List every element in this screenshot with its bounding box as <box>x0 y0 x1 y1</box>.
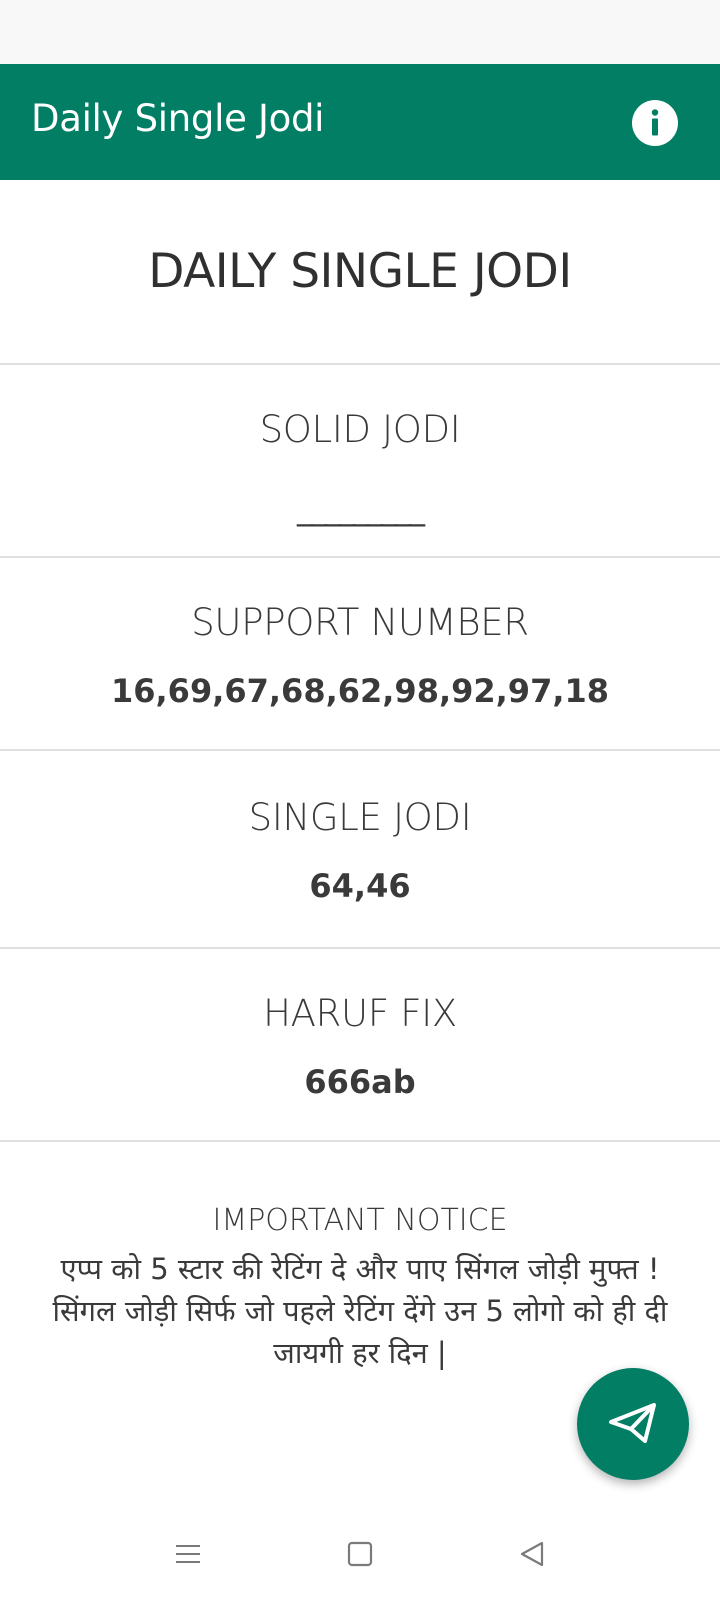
divider <box>0 556 720 558</box>
app-bar: Daily Single Jodi <box>0 64 720 180</box>
single-jodi-value: 64,46 <box>309 867 411 905</box>
divider <box>0 363 720 365</box>
send-icon <box>609 1403 656 1443</box>
main-heading: DAILY SINGLE JODI <box>148 244 572 299</box>
divider <box>0 1140 720 1142</box>
solid-jodi-value: _________ <box>297 489 425 527</box>
support-number-title: SUPPORT NUMBER <box>191 601 529 644</box>
status-bar <box>0 0 720 64</box>
home-square-icon[interactable] <box>340 1534 380 1574</box>
menu-icon[interactable] <box>168 1534 208 1574</box>
divider <box>0 947 720 949</box>
notice-body: एप्प को 5 स्टार की रेटिंग दे और पाए सिंग… <box>52 1252 668 1370</box>
info-icon[interactable] <box>631 99 679 147</box>
haruf-fix-title: HARUF FIX <box>263 992 457 1035</box>
divider <box>0 749 720 751</box>
send-button[interactable] <box>577 1368 689 1480</box>
haruf-fix-value: 666ab <box>304 1063 416 1101</box>
support-number-value: 16,69,67,68,62,98,92,97,18 <box>110 672 610 710</box>
solid-jodi-title: SOLID JODI <box>259 408 461 451</box>
system-nav-bar <box>0 1500 720 1600</box>
app-title: Daily Single Jodi <box>31 97 325 140</box>
back-triangle-icon[interactable] <box>512 1534 552 1574</box>
single-jodi-title: SINGLE JODI <box>248 796 472 839</box>
notice-title: IMPORTANT NOTICE <box>212 1203 508 1238</box>
